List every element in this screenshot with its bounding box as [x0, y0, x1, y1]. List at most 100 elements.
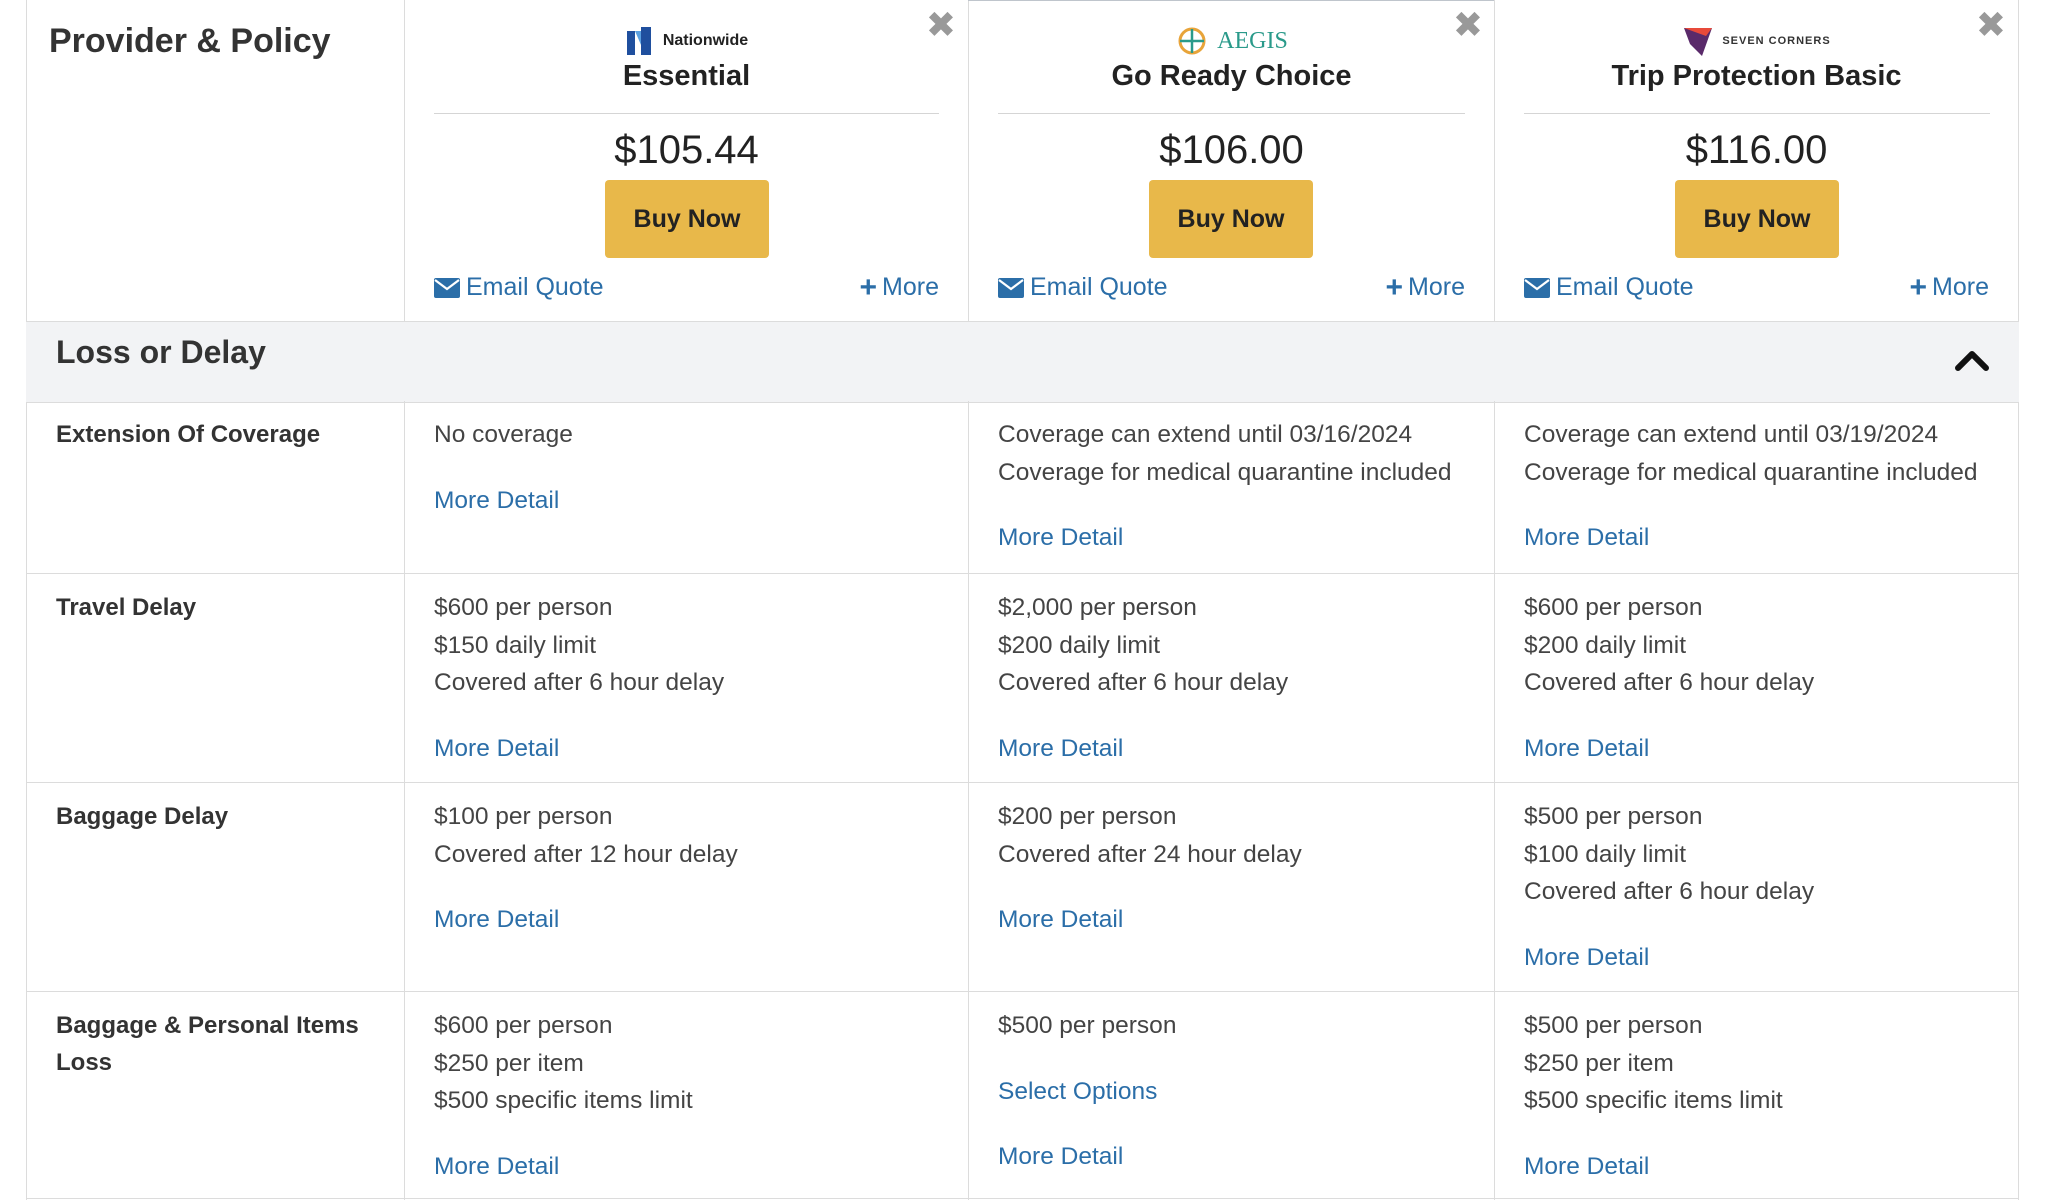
page-title: Provider & Policy [49, 22, 331, 60]
plan-price: $106.00 [1159, 128, 1304, 172]
table-cell: $2,000 per person $200 daily limit Cover… [998, 589, 1288, 767]
cell-text: Covered after 6 hour delay [998, 669, 1289, 696]
seven-corners-logo-icon [1684, 28, 1713, 56]
body-col-divider-2 [968, 401, 969, 1200]
logo-text: Nationwide [662, 32, 749, 49]
cell-text: $600 per person [434, 594, 613, 621]
table-border-right [2018, 0, 2019, 1200]
row-label-travel-delay: Travel Delay [56, 594, 197, 621]
buy-now-button[interactable]: Buy Now [605, 180, 769, 258]
buy-now-button[interactable]: Buy Now [1675, 180, 1839, 258]
header-divider [1524, 113, 1990, 114]
aegis-logo: AEGIS [969, 20, 1494, 62]
cell-text: $100 daily limit [1524, 840, 1687, 868]
row-label-line: Loss [56, 1049, 113, 1076]
email-quote-label: Email Quote [466, 273, 604, 301]
section-header-loss-or-delay[interactable]: Loss or Delay [26, 321, 2019, 403]
cell-text: $500 per person [1524, 803, 1703, 830]
cell-text: $150 daily limit [434, 631, 597, 659]
envelope-icon [998, 277, 1024, 298]
row-divider [26, 1198, 2019, 1199]
plan-name: Essential [622, 60, 751, 92]
section-title: Loss or Delay [56, 334, 266, 370]
more-detail-link[interactable]: More Detail [1524, 730, 1814, 768]
email-quote-link[interactable]: Email Quote [434, 273, 604, 302]
plan-column-nationwide: ✖ Nationwide Essential $105.44 Buy Now E… [405, 0, 968, 321]
plan-price: $105.44 [614, 128, 759, 172]
header-divider [434, 113, 939, 114]
more-detail-link[interactable]: More Detail [434, 1148, 693, 1186]
table-cell: $100 per person Covered after 12 hour de… [434, 798, 738, 939]
table-cell: $500 per person Select Options More Deta… [998, 1007, 1176, 1176]
nationwide-logo-icon [626, 27, 651, 55]
more-label: More [882, 273, 939, 301]
row-label-extension-of-coverage: Extension Of Coverage [56, 421, 321, 448]
body-col-divider-1 [404, 401, 405, 1200]
email-quote-label: Email Quote [1030, 273, 1168, 301]
plan-column-aegis: ✖ AEGIS Go Ready Choice $106.00 Buy Now … [969, 0, 1494, 321]
cell-text: $250 per item [434, 1049, 584, 1077]
header-divider [998, 113, 1465, 114]
table-cell: $500 per person $250 per item $500 speci… [1524, 1007, 1783, 1185]
cell-text: $500 specific items limit [1524, 1087, 1783, 1114]
logo-text: SEVEN CORNERS [1722, 35, 1831, 47]
email-quote-label: Email Quote [1556, 273, 1694, 301]
aegis-logo-icon [1178, 27, 1206, 55]
plus-icon: + [859, 271, 878, 304]
cell-text: Coverage can extend until 03/16/2024 [998, 421, 1413, 448]
body-col-divider-3 [1494, 401, 1495, 1200]
more-label: More [1932, 273, 1989, 301]
cell-text: Covered after 6 hour delay [1524, 669, 1815, 696]
table-cell: $600 per person $150 daily limit Covered… [434, 589, 724, 767]
table-cell: $200 per person Covered after 24 hour de… [998, 798, 1302, 939]
more-detail-link[interactable]: More Detail [434, 730, 724, 768]
envelope-icon [434, 277, 460, 298]
cell-text: Covered after 6 hour delay [434, 669, 725, 696]
cell-text: $600 per person [434, 1012, 613, 1039]
logo-text: AEGIS [1217, 27, 1288, 54]
more-detail-link[interactable]: More Detail [1524, 519, 1978, 557]
more-detail-link[interactable]: More Detail [434, 482, 573, 520]
cell-text: $200 per person [998, 803, 1177, 830]
email-quote-link[interactable]: Email Quote [998, 273, 1168, 302]
cell-text: Covered after 12 hour delay [434, 840, 738, 868]
nationwide-logo: Nationwide [405, 20, 968, 62]
plan-price: $116.00 [1685, 128, 1828, 172]
cell-text: No coverage [434, 421, 573, 448]
chevron-up-icon[interactable] [1955, 346, 1989, 374]
cell-text: $200 daily limit [998, 631, 1161, 659]
more-detail-link[interactable]: More Detail [434, 901, 738, 939]
more-detail-link[interactable]: More Detail [1524, 1148, 1783, 1186]
more-link[interactable]: + More [859, 271, 940, 304]
cell-text: $100 per person [434, 803, 613, 830]
table-cell: $600 per person $250 per item $500 speci… [434, 1007, 693, 1185]
cell-text: Coverage for medical quarantine included [998, 458, 1452, 486]
cell-text: $600 per person [1524, 594, 1703, 621]
more-link[interactable]: + More [1386, 273, 1466, 303]
buy-now-button[interactable]: Buy Now [1149, 180, 1313, 258]
more-detail-link[interactable]: More Detail [998, 519, 1452, 557]
more-detail-link[interactable]: More Detail [1524, 939, 1814, 977]
cell-text: $500 per person [998, 1012, 1177, 1039]
seven-corners-logo: SEVEN CORNERS [1495, 20, 2018, 62]
row-label-baggage-personal-items-loss: Baggage & Personal Items Loss [56, 1007, 386, 1081]
select-options-link[interactable]: Select Options [998, 1073, 1176, 1111]
cell-text: $500 specific items limit [434, 1087, 693, 1114]
more-link[interactable]: + More [1909, 271, 1990, 304]
more-detail-link[interactable]: More Detail [998, 1138, 1176, 1176]
more-detail-link[interactable]: More Detail [998, 901, 1302, 939]
cell-text: $250 per item [1524, 1049, 1674, 1077]
table-cell: $600 per person $200 daily limit Covered… [1524, 589, 1814, 767]
cell-text: $200 daily limit [1524, 631, 1687, 659]
plus-icon: + [1909, 271, 1928, 304]
table-cell: $500 per person $100 daily limit Covered… [1524, 798, 1814, 976]
table-border-left [26, 0, 27, 1200]
plan-name: Go Ready Choice [1111, 60, 1352, 92]
cell-text: Coverage for medical quarantine included [1524, 458, 1978, 486]
more-detail-link[interactable]: More Detail [998, 730, 1288, 768]
plan-column-seven-corners: ✖ SEVEN CORNERS Trip Protection Basic $1… [1495, 0, 2018, 321]
email-quote-link[interactable]: Email Quote [1524, 273, 1694, 302]
plan-name: Trip Protection Basic [1611, 60, 1902, 92]
cell-text: Covered after 24 hour delay [998, 840, 1302, 868]
cell-text: $2,000 per person [998, 594, 1197, 621]
